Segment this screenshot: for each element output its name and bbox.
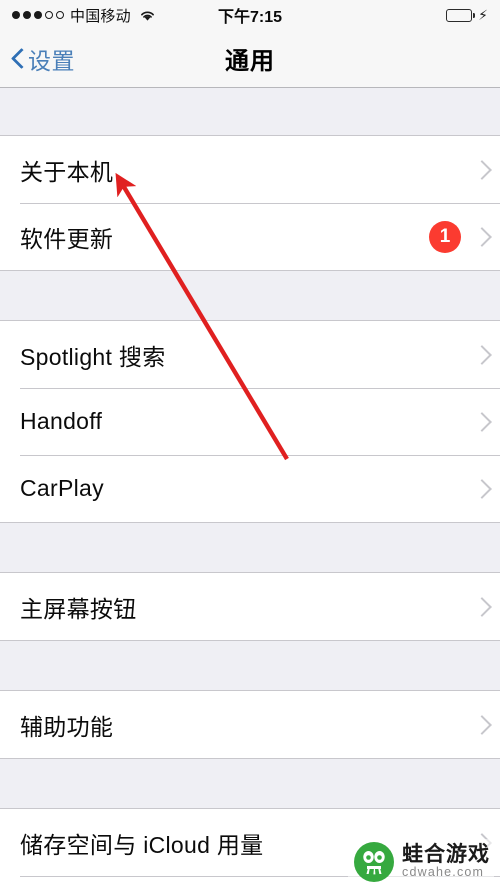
row-accessory-area [475,160,486,179]
chevron-left-icon [12,47,25,70]
back-button-label: 设置 [28,47,75,74]
row-accessory-area [475,715,486,734]
carrier-name: 中国移动 [70,7,131,25]
group-spacer [0,759,500,808]
table-row[interactable]: 主屏幕按钮 [0,573,500,640]
signal-strength-icon [12,11,64,19]
chevron-right-icon [475,597,486,616]
page-title: 通用 [225,48,275,75]
table-row[interactable]: 辅助功能 [0,691,500,758]
row-label: CarPlay [20,475,104,501]
watermark-text: 蛙合游戏 cdwahe.com [402,844,490,879]
chevron-right-icon [475,160,486,179]
row-accessory-area: 1 [429,220,486,253]
row-label: 主屏幕按钮 [20,595,137,622]
row-accessory-area [475,345,486,364]
chevron-right-icon [475,345,486,364]
iphone-screen: 中国移动 下午7:15 ⚡ 设置 通用 关于本机 软件更新 1 Spotligh… [0,0,500,889]
group-accessibility: 辅助功能 [0,690,500,759]
status-badge: 1 [429,220,461,253]
watermark-url: cdwahe.com [402,865,485,880]
group-home-button: 主屏幕按钮 [0,572,500,641]
table-row[interactable]: CarPlay [0,455,500,522]
chevron-right-icon [475,479,486,498]
row-label: 关于本机 [20,158,114,185]
group-spacer [0,641,500,690]
row-accessory-area [475,597,486,616]
chevron-right-icon [475,412,486,431]
chevron-right-icon [475,715,486,734]
wifi-icon [139,9,156,22]
row-label: Spotlight 搜索 [20,343,166,370]
table-row[interactable]: 关于本机 [0,136,500,203]
frog-logo-icon [354,842,394,882]
status-bar: 中国移动 下午7:15 ⚡ [0,0,500,30]
row-label: 辅助功能 [20,713,114,740]
navigation-bar: 设置 通用 [0,30,500,88]
status-bar-left: 中国移动 [12,5,156,26]
row-label: Handoff [20,408,103,434]
table-row[interactable]: 软件更新 1 [0,203,500,270]
watermark-title: 蛙合游戏 [402,843,490,867]
watermark: 蛙合游戏 cdwahe.com [348,839,494,885]
group-features: Spotlight 搜索 Handoff CarPlay [0,320,500,523]
back-button[interactable]: 设置 [0,42,75,76]
table-row[interactable]: Spotlight 搜索 [0,321,500,388]
row-label: 软件更新 [20,225,114,252]
status-bar-right: ⚡ [446,8,488,22]
row-accessory-area [475,479,486,498]
charging-bolt-icon: ⚡ [478,7,488,23]
row-accessory-area [475,412,486,431]
table-row[interactable]: Handoff [0,388,500,455]
group-device: 关于本机软件更新 1 [0,135,500,271]
group-spacer [0,523,500,572]
row-label: 储存空间与 iCloud 用量 [20,831,264,858]
chevron-right-icon [475,227,486,246]
settings-table: 关于本机软件更新 1 Spotlight 搜索 Handoff CarPlay 主屏幕按钮… [0,88,500,889]
group-spacer [0,88,500,135]
battery-icon [446,8,476,22]
group-spacer [0,271,500,320]
